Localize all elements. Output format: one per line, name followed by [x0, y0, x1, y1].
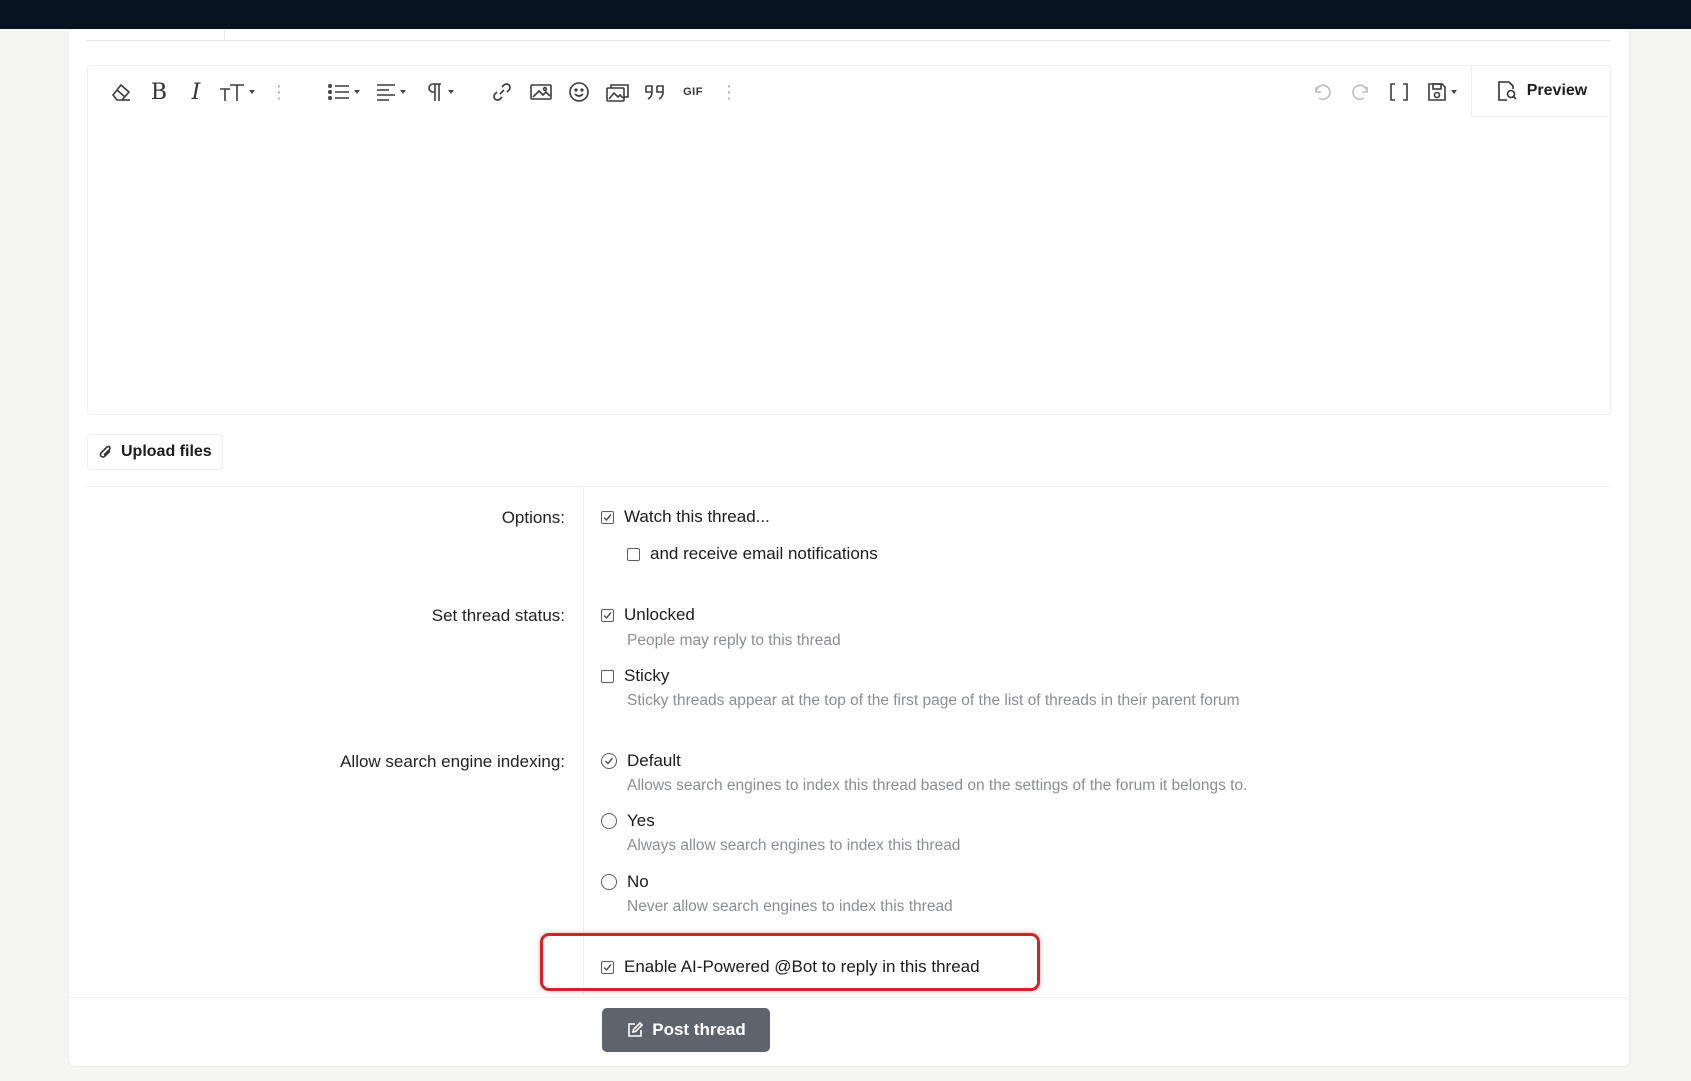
- unlocked-checkbox[interactable]: Unlocked: [601, 605, 695, 625]
- upload-files-button[interactable]: Upload files: [87, 434, 223, 470]
- search-indexing-label: Allow search engine indexing:: [340, 752, 565, 771]
- edit-icon: [628, 1021, 644, 1037]
- preview-label: Preview: [1526, 82, 1588, 99]
- indexing-no-hint: Never allow search engines to index this…: [627, 898, 953, 915]
- indexing-default-radio[interactable]: Default: [601, 751, 681, 771]
- ai-bot-label: Enable AI-Powered @Bot to reply in this …: [624, 957, 980, 976]
- rich-text-editor[interactable]: B I ⋮ GIF ⋮ Preview: [87, 65, 1611, 415]
- email-notifications-label: and receive email notifications: [650, 544, 878, 563]
- emoji-icon[interactable]: [566, 78, 592, 106]
- eraser-icon[interactable]: [108, 78, 134, 106]
- form-separator: [87, 486, 1609, 487]
- editor-toolbar: B I ⋮ GIF ⋮ Preview: [88, 66, 1610, 118]
- checkbox-unchecked-icon: [601, 669, 614, 683]
- link-icon[interactable]: [489, 78, 515, 106]
- preview-icon: [1497, 81, 1517, 101]
- bbcode-toggle-icon[interactable]: [1386, 78, 1412, 106]
- checkbox-checked-icon: [601, 608, 614, 622]
- watch-thread-label: Watch this thread...: [624, 507, 770, 526]
- redo-icon[interactable]: [1348, 78, 1374, 106]
- thread-status-label: Set thread status:: [431, 606, 565, 625]
- form-footer: [69, 997, 1629, 1066]
- checkbox-checked-icon: [601, 960, 614, 974]
- font-size-icon[interactable]: [216, 78, 256, 106]
- media-gallery-icon[interactable]: [604, 78, 632, 106]
- radio-unselected-icon: [601, 813, 617, 829]
- radio-unselected-icon: [601, 874, 617, 890]
- paragraph-icon[interactable]: [420, 78, 458, 106]
- drafts-icon[interactable]: [1422, 78, 1460, 106]
- indexing-no-radio[interactable]: No: [601, 872, 649, 892]
- align-icon[interactable]: [371, 78, 409, 106]
- sticky-label: Sticky: [624, 666, 670, 685]
- undo-icon[interactable]: [1309, 78, 1335, 106]
- list-icon[interactable]: [324, 78, 362, 106]
- indexing-no-label: No: [627, 872, 649, 891]
- radio-selected-icon: [601, 753, 617, 769]
- unlocked-label: Unlocked: [624, 605, 695, 624]
- form-column-divider: [583, 487, 584, 995]
- bold-icon[interactable]: B: [146, 78, 172, 106]
- ai-bot-checkbox[interactable]: Enable AI-Powered @Bot to reply in this …: [601, 957, 980, 977]
- top-navigation-bar: [0, 0, 1691, 29]
- gif-button[interactable]: GIF: [680, 78, 706, 106]
- tab-baseline: [87, 40, 1611, 41]
- checkbox-checked-icon: [601, 510, 614, 524]
- italic-icon[interactable]: I: [183, 78, 209, 106]
- checkbox-unchecked-icon: [627, 547, 640, 561]
- indexing-yes-radio[interactable]: Yes: [601, 811, 655, 831]
- unlocked-hint: People may reply to this thread: [627, 632, 841, 649]
- upload-files-label: Upload files: [121, 443, 212, 460]
- image-icon[interactable]: [528, 78, 554, 106]
- indexing-default-hint: Allows search engines to index this thre…: [627, 777, 1248, 794]
- indexing-yes-label: Yes: [627, 811, 655, 830]
- post-thread-button[interactable]: Post thread: [602, 1008, 770, 1052]
- more-text-options-icon[interactable]: ⋮: [270, 78, 288, 106]
- email-notifications-checkbox[interactable]: and receive email notifications: [627, 544, 878, 564]
- sticky-checkbox[interactable]: Sticky: [601, 666, 669, 686]
- indexing-default-label: Default: [627, 751, 681, 770]
- more-insert-options-icon[interactable]: ⋮: [720, 78, 738, 106]
- quote-icon[interactable]: [642, 78, 668, 106]
- preview-button[interactable]: Preview: [1471, 66, 1610, 117]
- watch-thread-checkbox[interactable]: Watch this thread...: [601, 507, 770, 527]
- paperclip-icon: [99, 445, 111, 458]
- sticky-hint: Sticky threads appear at the top of the …: [627, 692, 1240, 709]
- post-thread-label: Post thread: [652, 1020, 746, 1039]
- indexing-yes-hint: Always allow search engines to index thi…: [627, 837, 961, 854]
- options-label: Options:: [501, 508, 565, 527]
